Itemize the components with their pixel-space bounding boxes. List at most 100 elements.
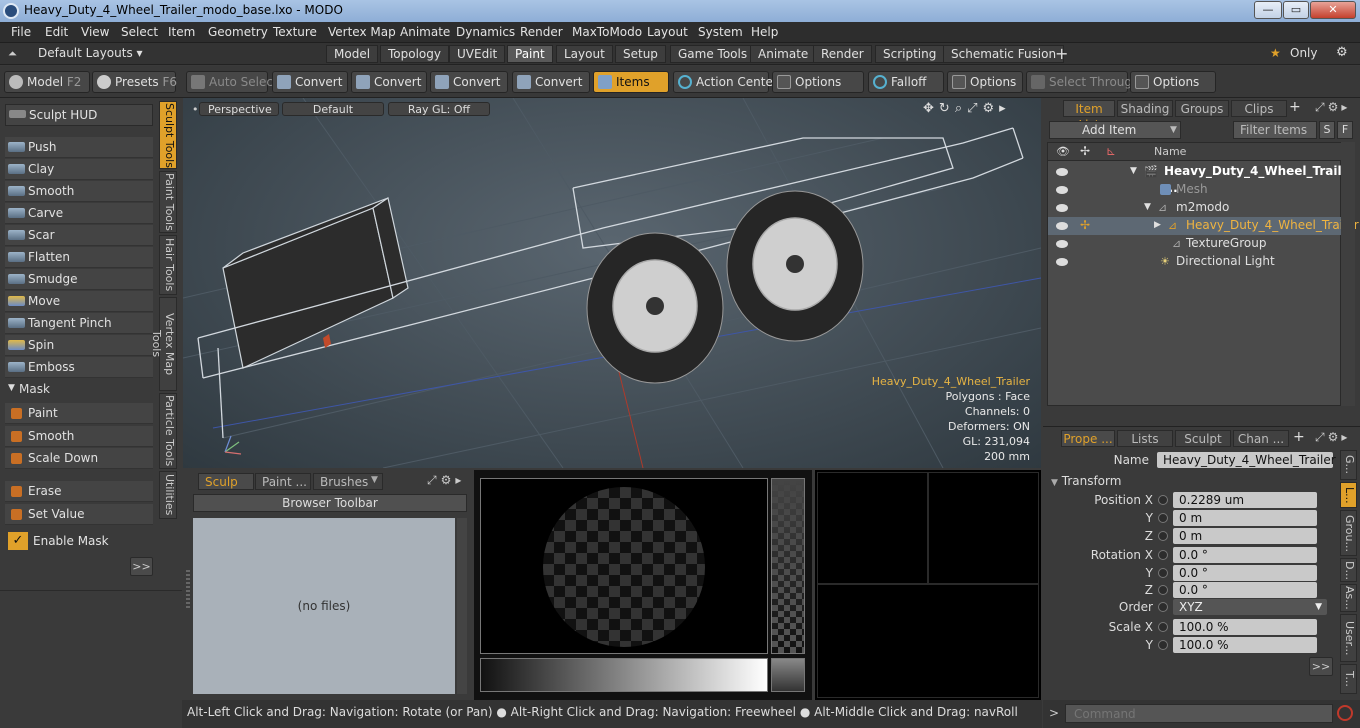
menu-texture[interactable]: Texture	[273, 25, 317, 39]
item-row-scene[interactable]: ▼🎬Heavy_Duty_4_Wheel_Trail ...	[1048, 163, 1346, 195]
keyframe-dot-icon[interactable]	[1158, 568, 1168, 578]
tab-topology[interactable]: Topology	[380, 45, 449, 63]
scale-y-field[interactable]: 100.0 %	[1173, 637, 1317, 653]
position-x-field[interactable]: 0.2289 um	[1173, 492, 1317, 508]
record-macro-icon[interactable]	[1337, 705, 1353, 721]
rotate-icon[interactable]: ↻	[939, 101, 955, 116]
tab-groups[interactable]: Groups	[1175, 100, 1229, 117]
mask-section-header[interactable]: ▼ Mask	[5, 382, 153, 400]
tool-smooth[interactable]: Smooth	[5, 181, 153, 202]
expand-arrow-icon[interactable]: ▼	[1144, 199, 1151, 216]
tab-sculpt-presets[interactable]: Sculp ...	[198, 473, 254, 505]
viewport-gear-icon[interactable]: ⚙	[983, 101, 1000, 116]
vtab-vertex-map-tools[interactable]: Vertex Map Tools	[150, 297, 177, 391]
menu-layout[interactable]: Layout	[647, 25, 688, 39]
item-list-menu-arrow-icon[interactable]: ▸	[1341, 100, 1350, 114]
tool-scar[interactable]: Scar	[5, 225, 153, 246]
perspective-dropdown[interactable]: • Perspective	[192, 102, 279, 116]
menu-system[interactable]: System	[698, 25, 743, 39]
rotation-z-field[interactable]: 0.0 °	[1173, 582, 1317, 598]
browser-scrollbar[interactable]	[457, 518, 467, 694]
add-properties-tab-button[interactable]: +	[1293, 429, 1305, 445]
viewport-quad-1[interactable]	[817, 472, 928, 584]
menu-file[interactable]: File	[11, 25, 31, 39]
side-tab-user[interactable]: User...	[1340, 614, 1357, 662]
tab-render[interactable]: Render	[813, 45, 872, 63]
expand-arrow-icon[interactable]: ▼	[1130, 163, 1137, 180]
tab-uvedit[interactable]: UVEdit	[449, 45, 506, 63]
add-tab-button[interactable]: +	[1055, 44, 1068, 63]
action-center-button[interactable]: Action Center	[673, 71, 778, 93]
keyframe-dot-icon[interactable]	[1158, 640, 1168, 650]
side-tab-d[interactable]: D...	[1340, 558, 1357, 582]
vtab-paint-tools[interactable]: Paint Tools	[159, 171, 177, 233]
menu-dynamics[interactable]: Dynamics	[456, 25, 515, 39]
menu-edit[interactable]: Edit	[45, 25, 68, 39]
select-through-options-button[interactable]: Options	[1130, 71, 1216, 93]
rotation-x-field[interactable]: 0.0 °	[1173, 547, 1317, 563]
item-list-gear-icon[interactable]: ⚙	[1328, 100, 1342, 114]
panel-resize-handle[interactable]	[186, 570, 190, 610]
eye-icon[interactable]	[1056, 168, 1068, 176]
tab-sculpt[interactable]: Sculpt	[1175, 430, 1231, 447]
mask-paint-tool[interactable]: Paint	[5, 403, 153, 424]
vtab-utilities[interactable]: Utilities	[159, 471, 177, 519]
menu-help[interactable]: Help	[751, 25, 778, 39]
viewport-quad-2[interactable]	[928, 472, 1039, 584]
item-row-directional-light[interactable]: ☀ Directional Light	[1048, 253, 1346, 271]
tool-smudge[interactable]: Smudge	[5, 269, 153, 290]
browser-panel-controls[interactable]: ⤢⚙▸	[427, 473, 465, 488]
mask-scale-down-tool[interactable]: Scale Down	[5, 448, 153, 469]
menu-view[interactable]: View	[81, 25, 109, 39]
convert-vertices-button[interactable]: Convert	[272, 71, 348, 93]
item-row-trailer-selected[interactable]: ✢ ▶ ⊿ Heavy_Duty_4_Wheel_Trailer	[1048, 217, 1359, 235]
side-tab-g[interactable]: G...	[1340, 450, 1357, 480]
action-center-options-button[interactable]: Options	[772, 71, 864, 93]
expand-icon[interactable]: ⤢	[1315, 430, 1328, 444]
keyframe-dot-icon[interactable]	[1158, 550, 1168, 560]
properties-menu-arrow-icon[interactable]: ▸	[1341, 430, 1350, 444]
set-value-button[interactable]: Set Value	[5, 504, 153, 525]
properties-gear-icon[interactable]: ⚙	[1328, 430, 1342, 444]
brushes-dropdown-icon[interactable]: ▼	[371, 475, 378, 485]
viewport-nav-controls[interactable]: ✥↻⌕⤢⚙▸	[923, 101, 1011, 116]
tool-clay[interactable]: Clay	[5, 159, 153, 180]
filter-s-toggle[interactable]: S	[1319, 121, 1335, 139]
maximize-button[interactable]: ▭	[1283, 1, 1309, 19]
vtab-sculpt-tools[interactable]: Sculpt Tools	[159, 101, 177, 169]
raygl-toggle[interactable]: Ray GL: Off	[388, 102, 490, 116]
shading-default-dropdown[interactable]: Default	[282, 102, 384, 116]
vtab-hair-tools[interactable]: Hair Tools	[159, 235, 177, 295]
tool-move[interactable]: Move	[5, 291, 153, 312]
tab-game-tools[interactable]: Game Tools	[670, 45, 756, 63]
menu-select[interactable]: Select	[121, 25, 158, 39]
tab-schematic-fusion[interactable]: Schematic Fusion	[943, 45, 1065, 63]
falloff-button[interactable]: Falloff	[868, 71, 944, 93]
properties-controls[interactable]: ⤢⚙▸	[1315, 430, 1350, 445]
add-list-tab-button[interactable]: +	[1289, 99, 1301, 115]
tab-item-list[interactable]: Item List	[1063, 100, 1115, 132]
tool-spin[interactable]: Spin	[5, 335, 153, 356]
minimize-button[interactable]: —	[1254, 1, 1282, 19]
eye-icon[interactable]	[1056, 258, 1068, 266]
tool-flatten[interactable]: Flatten	[5, 247, 153, 268]
item-list-scrollbar[interactable]	[1341, 142, 1355, 406]
tab-setup[interactable]: Setup	[615, 45, 666, 63]
more-properties-button[interactable]: >>	[1309, 657, 1333, 676]
model-button[interactable]: Model F2	[4, 71, 90, 93]
item-row-texture-group[interactable]: ⊿ TextureGroup	[1048, 235, 1346, 253]
viewport-menu-arrow-icon[interactable]: ▸	[999, 101, 1011, 116]
convert-edges-button[interactable]: Convert	[351, 71, 427, 93]
layout-collapse-icon[interactable]: ⏶	[8, 47, 17, 61]
eye-icon[interactable]	[1056, 222, 1068, 230]
menu-maxtomodo[interactable]: MaxToModo	[572, 25, 642, 39]
tab-paint-presets[interactable]: Paint ...	[255, 473, 311, 490]
keyframe-dot-icon[interactable]	[1158, 585, 1168, 595]
sculpt-hud-button[interactable]: Sculpt HUD	[5, 104, 153, 126]
side-tab-as[interactable]: As...	[1340, 584, 1357, 612]
tab-scripting[interactable]: Scripting	[875, 45, 945, 63]
falloff-options-button[interactable]: Options	[947, 71, 1023, 93]
viewport-quad-3[interactable]	[817, 584, 1039, 698]
secondary-viewports[interactable]	[815, 470, 1041, 700]
presets-button[interactable]: Presets F6	[92, 71, 177, 93]
